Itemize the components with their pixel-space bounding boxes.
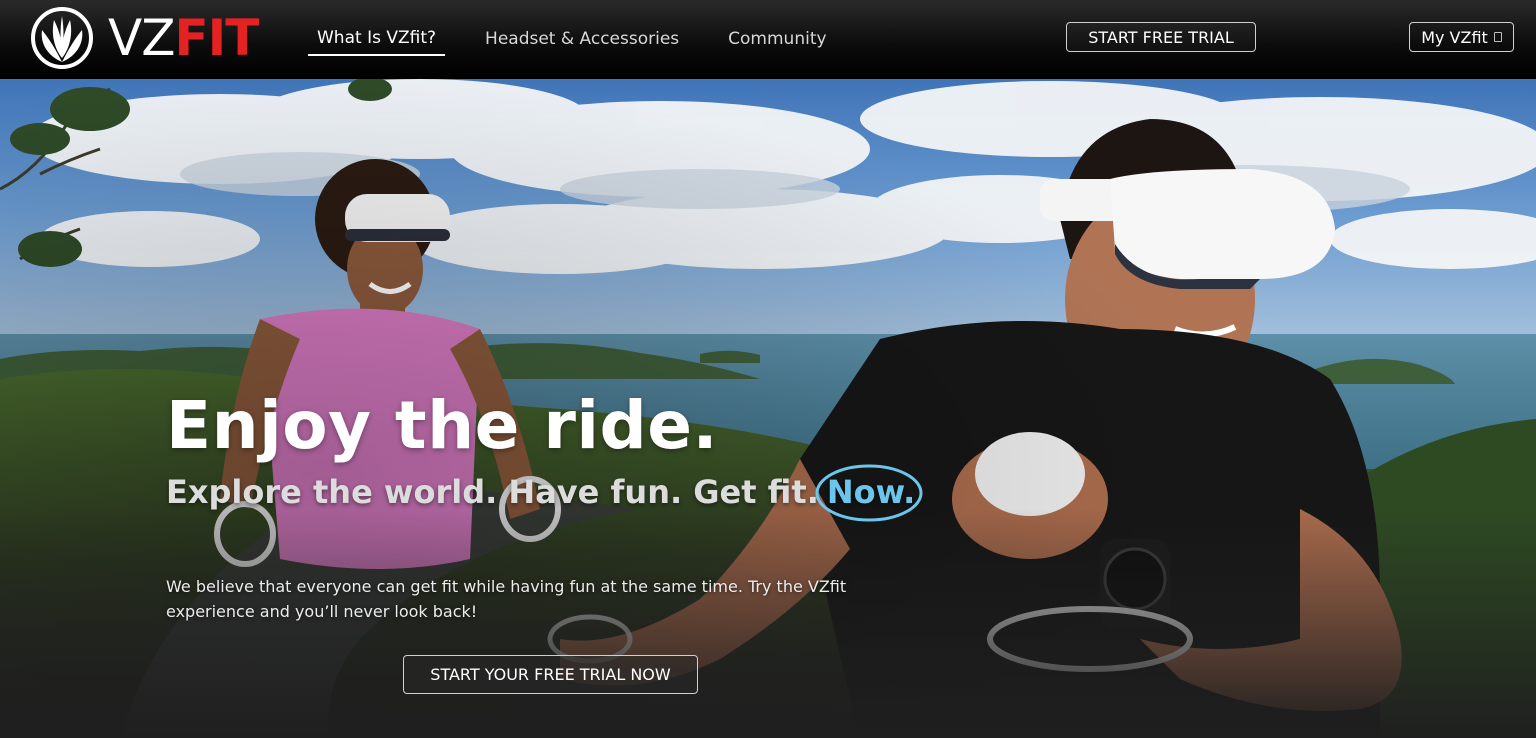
top-navigation-bar: VZFIT What Is VZfit? Headset & Accessori… — [0, 0, 1536, 79]
nav-link-headset-accessories[interactable]: Headset & Accessories — [476, 25, 688, 55]
hero-tagline-text: Explore the world. Have fun. Get fit. — [166, 473, 819, 511]
hero-tagline-highlight: Now. — [815, 464, 923, 522]
hero-description: We believe that everyone can get fit whi… — [166, 577, 847, 621]
logo-wordmark-fit: FIT — [174, 9, 259, 67]
vzfit-logo[interactable]: VZFIT — [30, 6, 259, 70]
caret-icon — [1493, 32, 1502, 42]
logo-wordmark: VZFIT — [108, 13, 259, 63]
main-nav: What Is VZfit? Headset & Accessories Com… — [308, 0, 867, 79]
nav-link-what-is-vzfit[interactable]: What Is VZfit? — [308, 24, 446, 56]
vzfit-logo-icon — [31, 7, 93, 69]
hero-title: Enjoy the ride. — [166, 387, 719, 464]
hero-section: Enjoy the ride. Explore the world. Have … — [0, 79, 1536, 738]
my-vzfit-button[interactable]: My VZfit — [1409, 22, 1514, 52]
my-vzfit-label: My VZfit — [1421, 27, 1488, 47]
hand-drawn-circle-icon — [815, 464, 923, 522]
hero-tagline: Explore the world. Have fun. Get fit. Now… — [166, 464, 923, 522]
start-your-free-trial-button[interactable]: START YOUR FREE TRIAL NOW — [403, 655, 698, 694]
logo-wordmark-vz: VZ — [108, 9, 175, 67]
start-free-trial-button[interactable]: START FREE TRIAL — [1066, 22, 1256, 52]
nav-link-community[interactable]: Community — [719, 25, 835, 55]
